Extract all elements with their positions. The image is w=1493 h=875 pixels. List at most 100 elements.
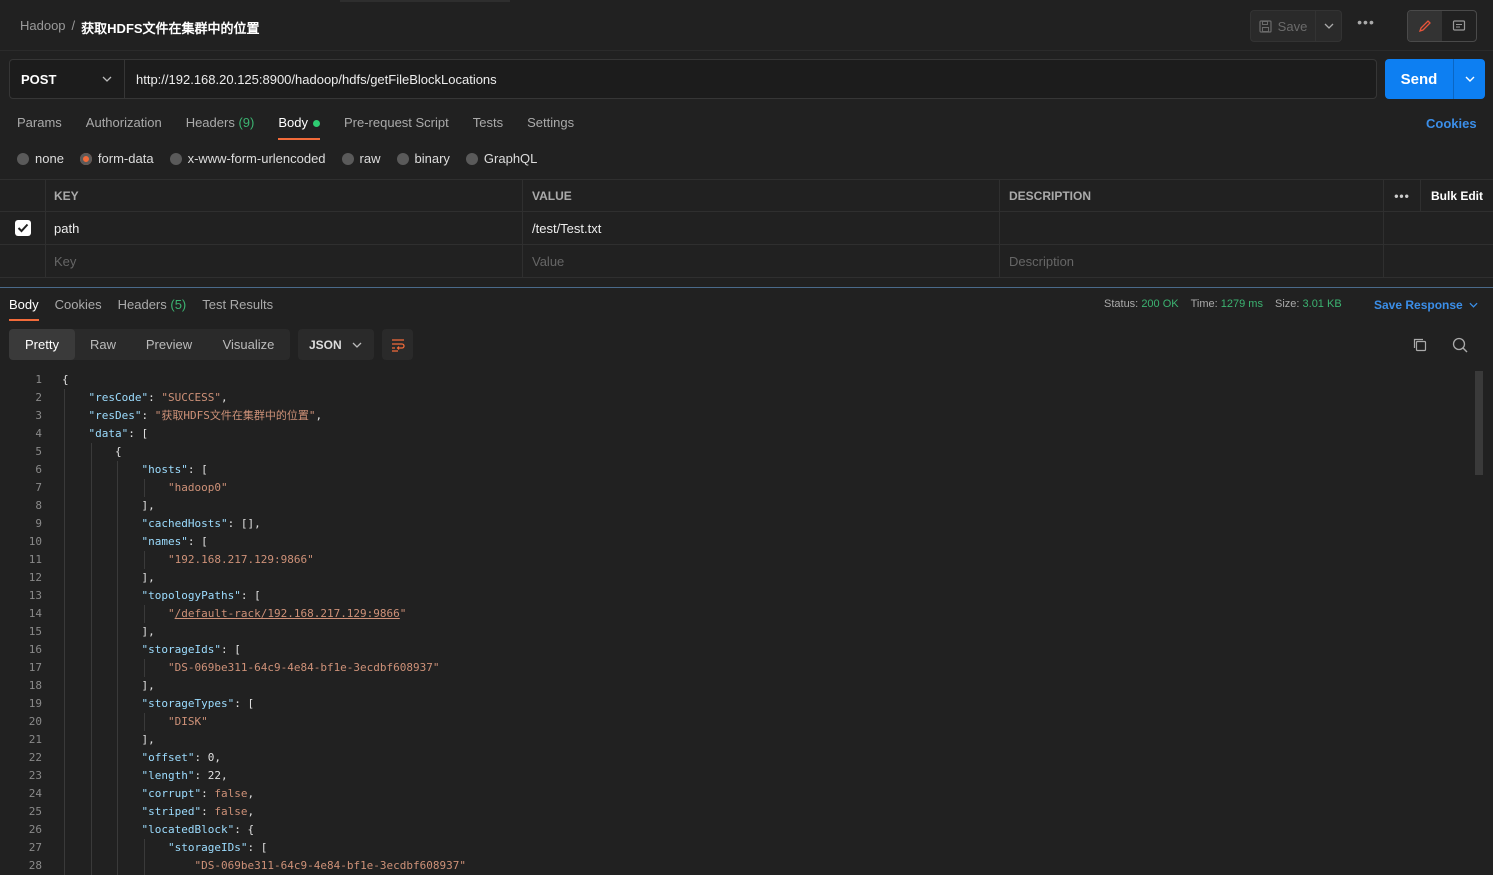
description-cell[interactable] xyxy=(1000,212,1384,244)
url-input[interactable]: http://192.168.20.125:8900/hadoop/hdfs/g… xyxy=(125,60,497,98)
save-dropdown-button[interactable] xyxy=(1316,10,1342,42)
save-button[interactable]: Save xyxy=(1250,10,1316,42)
format-select[interactable]: JSON xyxy=(298,329,374,360)
value-input[interactable]: Value xyxy=(523,245,1000,277)
indent-guide xyxy=(90,443,92,461)
response-body-code[interactable]: 1{2 "resCode": "SUCCESS", 3 "resDes": "获取HD… xyxy=(0,371,1470,875)
indent-guide xyxy=(64,731,65,749)
json-key: "data" xyxy=(88,427,129,440)
comment-icon[interactable] xyxy=(1442,11,1476,41)
view-visualize[interactable]: Visualize xyxy=(207,329,290,360)
line-number: 23 xyxy=(28,769,42,782)
send-button[interactable]: Send xyxy=(1385,59,1453,99)
tab-tests[interactable]: Tests xyxy=(473,114,503,140)
json-punctuation: : xyxy=(201,787,215,800)
code-text: ], xyxy=(142,677,155,695)
method-select[interactable]: POST xyxy=(10,60,125,98)
line-number: 2 xyxy=(35,391,42,404)
request-name[interactable]: 获取HDFS文件在集群中的位置 xyxy=(81,18,259,37)
status-item[interactable]: Status: 200 OK xyxy=(1104,298,1179,310)
radio-form-data[interactable]: form-data xyxy=(79,151,154,166)
indent-guide xyxy=(117,677,118,695)
tab-body[interactable]: Body xyxy=(278,114,320,140)
indent-guide xyxy=(117,461,118,479)
radio-none[interactable]: none xyxy=(17,151,64,166)
code-line: 24 "corrupt": false, xyxy=(0,785,1470,803)
code-text: ], xyxy=(142,623,155,641)
more-options-icon[interactable]: ••• xyxy=(1352,14,1380,38)
request-tabs: Params Authorization Headers (9) Body Pr… xyxy=(17,114,574,140)
tab-prerequest-script[interactable]: Pre-request Script xyxy=(344,114,449,140)
table-header: KEY VALUE DESCRIPTION ••• Bulk Edit xyxy=(0,179,1493,212)
code-text: "hosts": [ xyxy=(142,461,208,479)
res-headers-count: (5) xyxy=(170,297,187,312)
indent-guide xyxy=(64,551,65,569)
indent-guide xyxy=(117,821,118,839)
line-number: 4 xyxy=(35,427,42,440)
key-cell[interactable]: path xyxy=(46,212,523,244)
json-value[interactable]: /default-rack/192.168.217.129:9866 xyxy=(175,607,400,620)
description-input[interactable]: Description xyxy=(1000,245,1384,277)
form-data-table: KEY VALUE DESCRIPTION ••• Bulk Edit path… xyxy=(0,179,1493,278)
code-line: 18], xyxy=(0,677,1470,695)
line-number: 1 xyxy=(35,373,42,386)
tab-authorization[interactable]: Authorization xyxy=(86,114,162,140)
indent-guide xyxy=(117,497,118,515)
res-tab-cookies[interactable]: Cookies xyxy=(55,297,102,321)
radio-graphql[interactable]: GraphQL xyxy=(465,151,538,166)
res-tab-headers[interactable]: Headers (5) xyxy=(118,297,187,321)
indent-guide xyxy=(117,713,118,731)
indent-guide xyxy=(64,641,65,659)
json-value: " xyxy=(168,607,175,620)
time-item[interactable]: Time: 1279 ms xyxy=(1191,298,1263,310)
radio-raw[interactable]: raw xyxy=(341,151,381,166)
json-key: "locatedBlock" xyxy=(141,823,235,836)
res-tab-test-results[interactable]: Test Results xyxy=(202,297,273,321)
line-number: 17 xyxy=(28,661,42,674)
indent-guide xyxy=(90,515,92,533)
bulk-edit-button[interactable]: Bulk Edit xyxy=(1421,180,1493,211)
view-raw[interactable]: Raw xyxy=(75,329,131,360)
copy-icon[interactable] xyxy=(1411,336,1429,357)
row-checkbox[interactable] xyxy=(0,212,46,244)
tab-headers[interactable]: Headers (9) xyxy=(186,114,255,140)
code-line: 26 "locatedBlock": { xyxy=(0,821,1470,839)
value-cell[interactable]: /test/Test.txt xyxy=(523,212,1000,244)
res-tab-body[interactable]: Body xyxy=(9,297,39,321)
save-response-button[interactable]: Save Response xyxy=(1374,298,1478,312)
key-input[interactable]: Key xyxy=(46,245,523,277)
scrollbar-thumb[interactable] xyxy=(1475,371,1483,475)
breadcrumb-collection[interactable]: Hadoop xyxy=(20,18,66,37)
view-pretty[interactable]: Pretty xyxy=(9,329,75,360)
indent-guide xyxy=(64,569,65,587)
tab-body-label: Body xyxy=(278,115,308,130)
view-preview[interactable]: Preview xyxy=(131,329,207,360)
row-spacer xyxy=(1384,245,1493,277)
indent-guide xyxy=(143,713,145,731)
line-number: 21 xyxy=(28,733,42,746)
tab-params[interactable]: Params xyxy=(17,114,62,140)
code-line: 21], xyxy=(0,731,1470,749)
send-dropdown-button[interactable] xyxy=(1453,59,1485,99)
edit-icon[interactable] xyxy=(1408,11,1442,41)
radio-binary[interactable]: binary xyxy=(396,151,450,166)
indent-guide xyxy=(90,695,92,713)
code-scrollbar[interactable] xyxy=(1472,371,1484,875)
radio-graphql-label: GraphQL xyxy=(483,151,538,166)
indent-guide xyxy=(117,641,118,659)
radio-urlencoded[interactable]: x-www-form-urlencoded xyxy=(169,151,326,166)
code-line: 5{ xyxy=(0,443,1470,461)
indent-guide xyxy=(117,587,118,605)
indent-guide xyxy=(90,857,92,875)
json-key: "resDes" xyxy=(88,409,142,422)
size-item[interactable]: Size: 3.01 KB xyxy=(1275,298,1342,310)
json-punctuation: : xyxy=(141,409,155,422)
table-options-icon[interactable]: ••• xyxy=(1384,180,1421,211)
pane-divider[interactable] xyxy=(0,287,1493,288)
tab-settings[interactable]: Settings xyxy=(527,114,574,140)
time-value: 1279 ms xyxy=(1220,298,1263,310)
search-icon[interactable] xyxy=(1451,336,1469,357)
wrap-lines-icon[interactable] xyxy=(382,329,413,360)
cookies-link[interactable]: Cookies xyxy=(1426,116,1477,131)
view-mode-group: Pretty Raw Preview Visualize xyxy=(9,329,290,360)
